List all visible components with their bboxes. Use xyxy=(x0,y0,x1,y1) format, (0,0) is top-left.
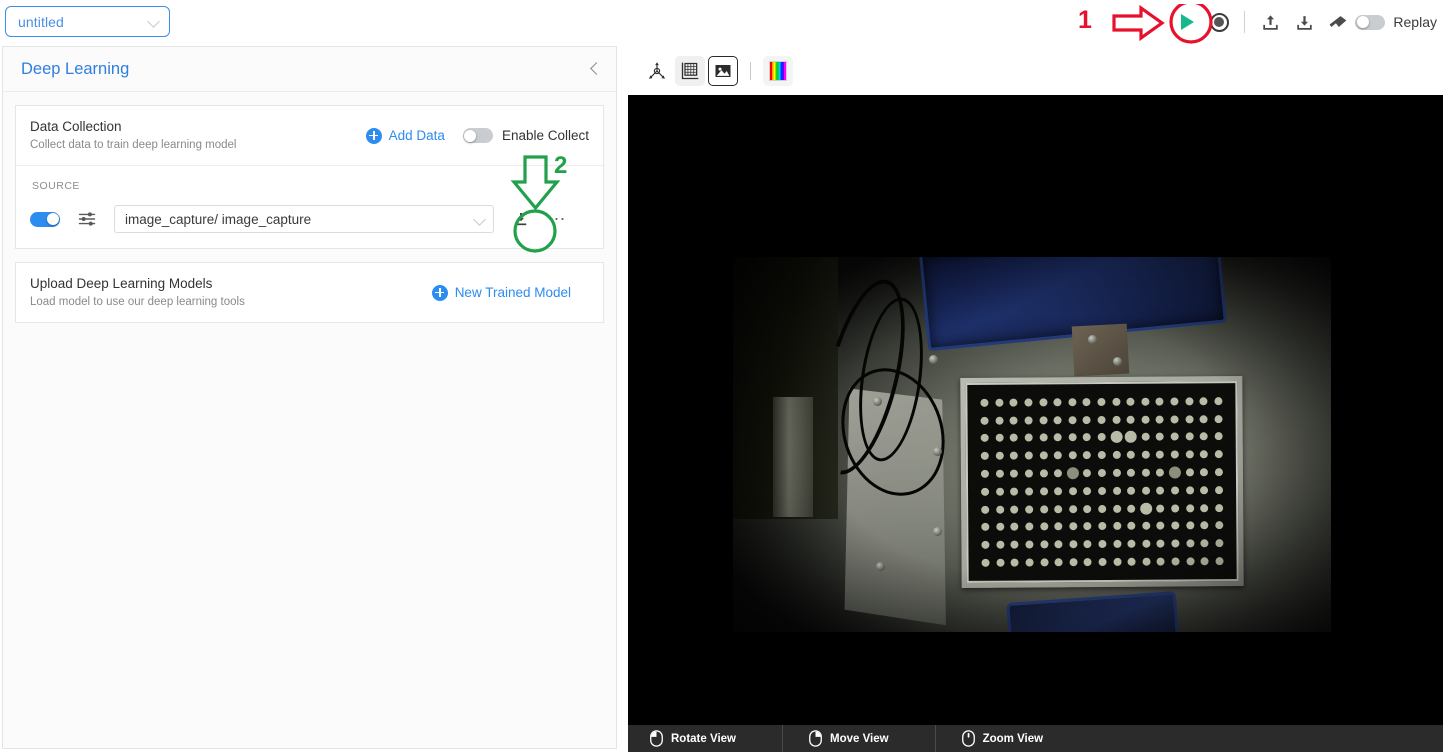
project-name: untitled xyxy=(18,13,64,30)
upload-models-title: Upload Deep Learning Models xyxy=(30,276,213,291)
play-button[interactable] xyxy=(1172,7,1202,37)
source-enabled-toggle[interactable] xyxy=(30,211,60,227)
camera-image xyxy=(733,257,1331,632)
upload-icon xyxy=(1263,14,1278,30)
source-section-label: SOURCE xyxy=(32,180,80,192)
grid-icon xyxy=(681,62,699,79)
image-icon xyxy=(715,64,731,77)
play-icon xyxy=(1180,14,1194,30)
enable-collect-control[interactable]: Enable Collect xyxy=(462,128,589,143)
data-collection-subtitle: Collect data to train deep learning mode… xyxy=(30,139,237,151)
download-icon xyxy=(515,213,527,226)
chevron-left-icon[interactable] xyxy=(588,62,602,76)
upload-models-subtitle: Load model to use our deep learning tool… xyxy=(30,296,245,308)
image-button[interactable] xyxy=(708,55,738,86)
colorbar-button[interactable] xyxy=(763,55,793,86)
plus-circle-icon xyxy=(365,127,382,144)
source-more-button[interactable]: ⋯ xyxy=(544,206,570,232)
top-bar: untitled Replay xyxy=(0,0,1443,44)
upload-models-card: Upload Deep Learning Models Load model t… xyxy=(15,262,604,323)
record-button[interactable] xyxy=(1202,5,1236,39)
chevron-down-icon xyxy=(474,213,487,226)
viewer-toolbar-divider xyxy=(750,61,751,80)
status-move-view: Move View xyxy=(783,730,889,747)
image-vignette xyxy=(733,257,1331,632)
chevron-down-icon xyxy=(148,15,161,28)
status-rotate-view: Rotate View xyxy=(628,730,736,747)
viewer-toolbar xyxy=(628,46,1443,95)
replay-label: Replay xyxy=(1393,14,1437,30)
data-collection-card: Data Collection Collect data to train de… xyxy=(15,105,604,249)
colorbar-icon xyxy=(769,60,787,81)
page-title: Deep Learning xyxy=(21,59,130,78)
source-row: image_capture/ image_capture ⋯ xyxy=(30,204,589,234)
data-collection-title: Data Collection xyxy=(30,119,122,134)
replay-toggle[interactable] xyxy=(1355,14,1386,30)
source-select[interactable]: image_capture/ image_capture xyxy=(114,205,494,233)
enable-collect-toggle[interactable] xyxy=(462,128,493,143)
project-select[interactable]: untitled xyxy=(5,6,170,37)
download-button[interactable] xyxy=(1287,5,1321,39)
origin-axes-button[interactable] xyxy=(642,56,672,86)
data-collection-header: Data Collection Collect data to train de… xyxy=(16,106,603,165)
grid-button[interactable] xyxy=(675,55,705,86)
source-value: image_capture/ image_capture xyxy=(125,211,312,227)
viewer-status-bar: Rotate View Move View Zoom View xyxy=(628,725,1443,752)
eraser-button[interactable] xyxy=(1321,5,1355,39)
top-action-group: Replay xyxy=(1172,0,1437,44)
eraser-icon xyxy=(1330,16,1347,27)
camera-canvas[interactable] xyxy=(628,95,1443,752)
source-download-button[interactable] xyxy=(506,204,536,234)
status-rotate-label: Rotate View xyxy=(671,732,736,745)
mouse-wheel-icon xyxy=(961,730,975,747)
status-zoom-label: Zoom View xyxy=(982,732,1044,745)
plus-circle-icon xyxy=(431,284,448,301)
status-move-label: Move View xyxy=(829,732,889,745)
record-icon xyxy=(1209,12,1229,32)
sliders-icon[interactable] xyxy=(76,209,98,229)
new-trained-model-button[interactable]: New Trained Model xyxy=(431,284,571,301)
mouse-left-button-icon xyxy=(650,730,663,747)
viewer-pane: Rotate View Move View Zoom View xyxy=(628,46,1443,752)
new-trained-model-label: New Trained Model xyxy=(454,285,571,300)
enable-collect-label: Enable Collect xyxy=(501,128,589,143)
upload-models-header: Upload Deep Learning Models Load model t… xyxy=(16,263,603,322)
add-data-button[interactable]: Add Data xyxy=(365,127,445,144)
toolbar-divider xyxy=(1244,11,1246,33)
add-data-label: Add Data xyxy=(388,128,445,143)
mouse-right-button-icon xyxy=(809,730,822,747)
origin-axes-icon xyxy=(649,61,665,79)
deep-learning-panel: Deep Learning Data Collection Collect da… xyxy=(2,46,617,749)
panel-header: Deep Learning xyxy=(3,47,616,92)
source-section: SOURCE image_capture/ image_capture ⋯ xyxy=(16,165,603,248)
upload-button[interactable] xyxy=(1253,5,1287,39)
status-zoom-view: Zoom View xyxy=(936,730,1044,747)
download-icon xyxy=(1297,15,1312,30)
